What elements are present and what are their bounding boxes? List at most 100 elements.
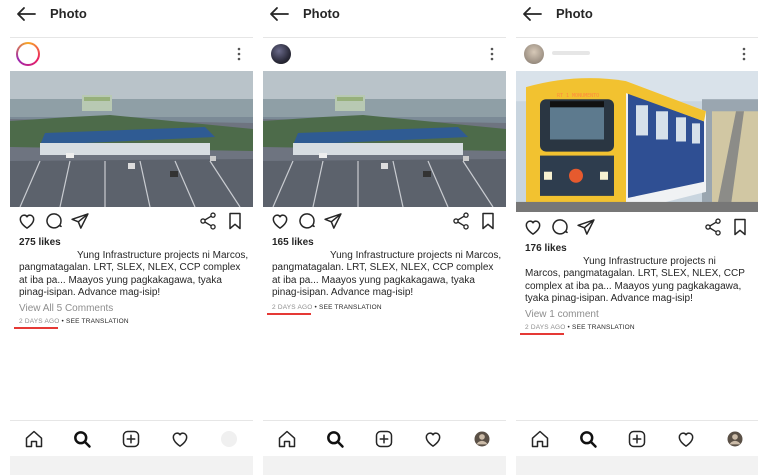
avatar[interactable] [271,44,291,64]
back-arrow-icon[interactable] [522,6,542,22]
see-translation-link[interactable]: SEE TRANSLATION [66,318,129,325]
profile-avatar-icon [472,429,492,449]
search-icon [72,429,92,449]
page-title: Photo [556,6,593,21]
share-button[interactable] [198,211,218,231]
post-actions [10,211,253,233]
home-icon [530,429,550,449]
like-button[interactable] [17,211,37,231]
heart-icon [270,211,290,231]
save-button[interactable] [225,211,245,231]
save-button[interactable] [478,211,498,231]
like-button[interactable] [270,211,290,231]
post-meta: 2 DAYS AGO • SEE TRANSLATION [19,318,129,325]
nav-create[interactable] [627,429,647,449]
comment-icon [44,211,64,231]
heart-icon [423,429,443,449]
post-caption: Yung Infrastructure projects ni Marcos, … [19,250,249,298]
nav-profile[interactable] [472,429,492,449]
back-arrow-icon[interactable] [269,6,289,22]
post-photo[interactable]: RT 1 MONUMENTO [516,71,758,212]
add-post-icon [374,429,394,449]
see-translation-link[interactable]: SEE TRANSLATION [319,304,382,311]
share-icon [451,211,471,231]
back-arrow-icon[interactable] [16,6,36,22]
post-meta: 2 DAYS AGO • SEE TRANSLATION [525,324,635,331]
share-icon [198,211,218,231]
more-vertical-icon[interactable] [490,47,494,61]
comment-button[interactable] [44,211,64,231]
bookmark-icon [478,211,498,231]
comment-button[interactable] [297,211,317,231]
post-panel-1: Photo 275 likes Yung Infrastructure proj… [10,0,253,475]
nav-create[interactable] [374,429,394,449]
like-button[interactable] [523,217,543,237]
add-post-icon [121,429,141,449]
search-icon [325,429,345,449]
system-bar [516,456,758,475]
save-button[interactable] [730,217,750,237]
highlight-underline [267,313,311,315]
nav-search[interactable] [325,429,345,449]
post-meta: 2 DAYS AGO • SEE TRANSLATION [272,304,382,311]
like-count[interactable]: 165 likes [272,237,314,248]
profile-avatar-icon [221,431,237,447]
comment-button[interactable] [550,217,570,237]
see-translation-link[interactable]: SEE TRANSLATION [572,324,635,331]
more-vertical-icon[interactable] [237,47,241,61]
nav-create[interactable] [121,429,141,449]
post-caption: Yung Infrastructure projects ni Marcos, … [525,256,745,304]
share-button[interactable] [703,217,723,237]
profile-avatar-icon [725,429,745,449]
nav-search[interactable] [578,429,598,449]
post-photo[interactable] [10,71,253,207]
comment-icon [550,217,570,237]
view-comments-link[interactable]: View 1 comment [525,309,599,320]
post-author-row [10,41,253,67]
view-comments-link[interactable]: View All 5 Comments [19,303,113,314]
username-blurred[interactable] [552,51,590,55]
nav-home[interactable] [530,429,550,449]
divider [263,37,506,38]
nav-activity[interactable] [676,429,696,449]
avatar[interactable] [524,44,544,64]
bookmark-icon [730,217,750,237]
divider [10,37,253,38]
nav-profile[interactable] [725,429,745,449]
page-title: Photo [303,6,340,21]
train-destination-sign: RT 1 MONUMENTO [557,93,600,99]
post-panel-3: Photo RT 1 MONUMENTO 176 likes Yung Infr… [516,0,758,475]
heart-icon [170,429,190,449]
nav-activity[interactable] [170,429,190,449]
like-count[interactable]: 176 likes [525,243,567,254]
highlight-underline [14,327,58,329]
nav-profile[interactable] [219,429,239,449]
heart-icon [523,217,543,237]
divider [516,37,758,38]
post-photo[interactable] [263,71,506,207]
avatar[interactable] [16,42,40,66]
heart-icon [676,429,696,449]
bottom-nav [10,421,253,456]
share-button[interactable] [451,211,471,231]
send-button[interactable] [323,211,343,231]
like-count[interactable]: 275 likes [19,237,61,248]
nav-activity[interactable] [423,429,443,449]
nav-search[interactable] [72,429,92,449]
nav-home[interactable] [24,429,44,449]
more-vertical-icon[interactable] [742,47,746,61]
home-icon [277,429,297,449]
system-bar [263,456,506,475]
post-panel-2: Photo 165 likes Yung Infrastructure proj… [263,0,506,475]
time-ago: 2 DAYS AGO [272,304,313,311]
post-author-row [263,41,506,67]
bottom-nav [263,421,506,456]
post-author-row [516,41,758,67]
send-button[interactable] [576,217,596,237]
bookmark-icon [225,211,245,231]
highlight-underline [520,333,564,335]
home-icon [24,429,44,449]
post-actions [516,217,758,239]
send-button[interactable] [70,211,90,231]
nav-home[interactable] [277,429,297,449]
